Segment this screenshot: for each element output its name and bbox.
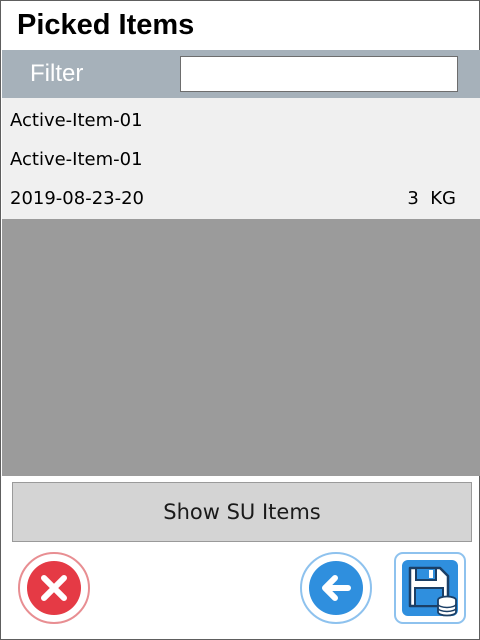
item-quantity: 3 KG: [407, 188, 456, 209]
close-icon: [18, 552, 90, 624]
picked-items-list[interactable]: Active-Item-01 Active-Item-01 2019-08-23…: [2, 98, 480, 476]
item-batch: 2019-08-23-20: [10, 188, 145, 209]
cancel-button[interactable]: [16, 550, 92, 626]
item-description: Active-Item-01: [10, 149, 143, 170]
back-button[interactable]: [298, 550, 374, 626]
filter-label: Filter: [30, 60, 84, 87]
page-title: Picked Items: [17, 9, 195, 41]
show-su-items-button[interactable]: Show SU Items: [12, 482, 472, 542]
item-name: Active-Item-01: [10, 110, 143, 131]
save-button[interactable]: [394, 552, 466, 624]
filter-input[interactable]: [180, 56, 458, 92]
save-database-icon: [394, 552, 466, 624]
app-window: Picked Items Filter Active-Item-01 Activ…: [0, 0, 480, 640]
filter-bar: Filter: [2, 50, 480, 98]
list-item[interactable]: Active-Item-01 Active-Item-01 2019-08-23…: [2, 98, 480, 219]
arrow-left-icon: [300, 552, 372, 624]
